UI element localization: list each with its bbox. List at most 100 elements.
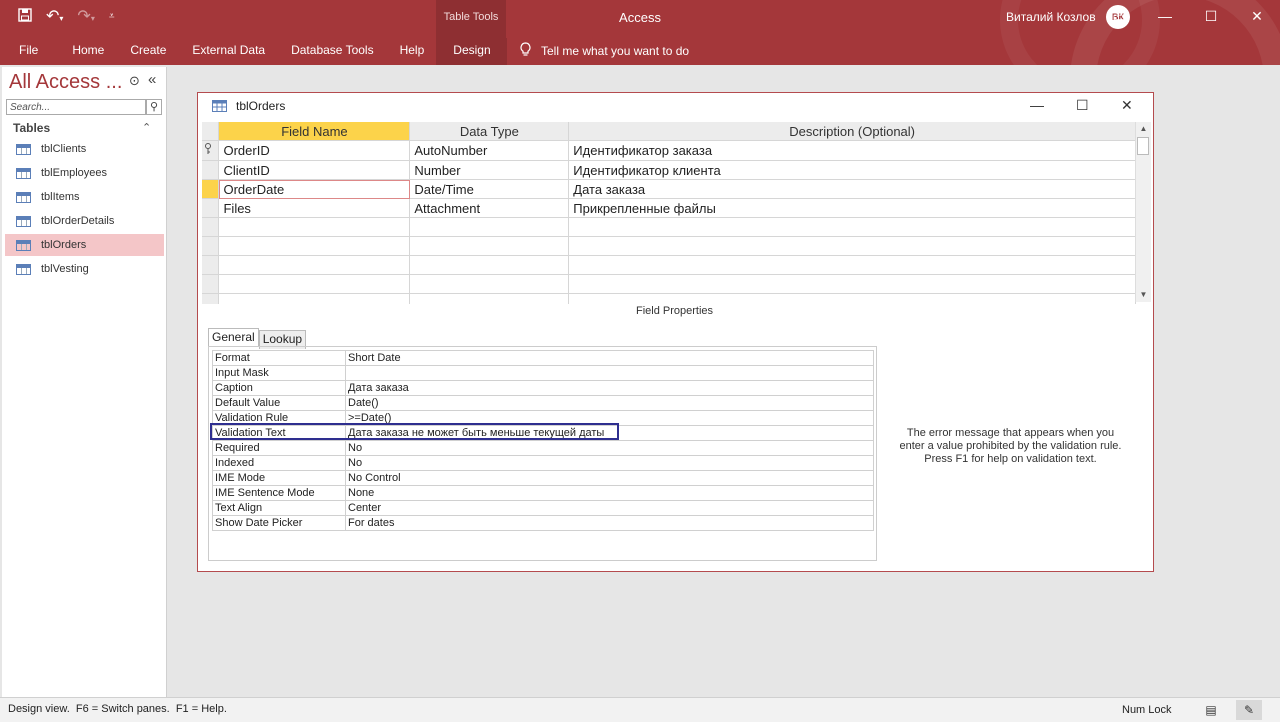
minimize-icon[interactable]: — [1142, 0, 1188, 32]
property-name[interactable]: IME Mode [212, 470, 346, 486]
tab-create[interactable]: Create [117, 38, 179, 65]
row-selector[interactable] [202, 198, 220, 218]
scroll-up-icon[interactable]: ▲ [1136, 122, 1151, 136]
row-selector[interactable] [202, 293, 220, 304]
description-cell[interactable] [568, 293, 1136, 304]
field-name-cell[interactable]: ClientID [218, 160, 411, 180]
data-type-cell[interactable]: Number [409, 160, 570, 180]
scroll-thumb[interactable] [1137, 137, 1149, 155]
row-selector[interactable] [202, 274, 220, 294]
column-header-data-type[interactable]: Data Type [409, 122, 570, 141]
property-name[interactable]: Required [212, 440, 346, 456]
data-type-cell[interactable] [409, 236, 570, 256]
tab-help[interactable]: Help [387, 38, 438, 65]
property-value[interactable]: Дата заказа [345, 380, 874, 396]
property-name[interactable]: Input Mask [212, 365, 346, 381]
undo-icon[interactable]: ↶▾ [46, 6, 63, 26]
tell-me-box[interactable]: Tell me what you want to do [520, 42, 689, 60]
design-view-icon[interactable]: ✎ [1236, 700, 1262, 720]
row-selector[interactable] [202, 255, 220, 275]
property-value[interactable]: None [345, 485, 874, 501]
validation-text-field[interactable]: Дата заказа не может быть меньше текущей… [345, 425, 874, 441]
field-name-cell[interactable]: OrderDate [218, 179, 411, 199]
nav-item-tblemployees[interactable]: tblEmployees [5, 162, 164, 184]
collapse-group-icon[interactable]: ⌃ [142, 121, 151, 134]
property-value[interactable]: No Control [345, 470, 874, 486]
field-name-cell[interactable] [218, 274, 411, 294]
ribbon-display-icon[interactable]: ▭ [1096, 0, 1142, 32]
data-type-cell[interactable]: AutoNumber [409, 140, 570, 161]
data-type-cell[interactable]: Date/Time [409, 179, 570, 199]
tab-external-data[interactable]: External Data [179, 38, 278, 65]
data-type-cell[interactable] [409, 217, 570, 237]
vertical-scrollbar[interactable]: ▲ ▼ [1135, 122, 1151, 302]
close-icon[interactable]: ✕ [1234, 0, 1280, 32]
data-type-cell[interactable] [409, 293, 570, 304]
description-cell[interactable]: Дата заказа [568, 179, 1136, 199]
nav-item-tblitems[interactable]: tblItems [5, 186, 164, 208]
row-selector[interactable] [202, 217, 220, 237]
property-value[interactable]: No [345, 455, 874, 471]
property-name[interactable]: Validation Rule [212, 410, 346, 426]
redo-icon[interactable]: ↷▾ [77, 6, 94, 26]
column-header-description[interactable]: Description (Optional) [568, 122, 1136, 141]
user-name[interactable]: Виталий Козлов [1006, 10, 1096, 24]
primary-key-icon[interactable] [202, 140, 220, 161]
property-name[interactable]: Default Value [212, 395, 346, 411]
doc-maximize-icon[interactable]: ☐ [1076, 97, 1089, 114]
nav-title[interactable]: All Access ... [9, 71, 122, 94]
nav-item-tblclients[interactable]: tblClients [5, 138, 164, 160]
property-value[interactable]: >=Date() [345, 410, 874, 426]
property-name[interactable]: IME Sentence Mode [212, 485, 346, 501]
data-type-cell[interactable] [409, 255, 570, 275]
description-cell[interactable] [568, 255, 1136, 275]
doc-close-icon[interactable]: ✕ [1121, 97, 1133, 114]
save-icon[interactable] [18, 7, 32, 25]
description-cell[interactable] [568, 274, 1136, 294]
datasheet-view-icon[interactable]: ▤ [1198, 700, 1224, 720]
tab-home[interactable]: Home [58, 38, 117, 65]
customize-qat-icon[interactable]: ⩡ [109, 11, 115, 22]
field-name-cell[interactable]: Files [218, 198, 411, 218]
row-selector[interactable] [202, 160, 220, 180]
field-name-cell[interactable] [218, 255, 411, 275]
field-name-cell[interactable] [218, 293, 411, 304]
nav-item-tblorders[interactable]: tblOrders [5, 234, 164, 256]
property-value[interactable]: No [345, 440, 874, 456]
description-cell[interactable]: Идентификатор клиента [568, 160, 1136, 180]
data-type-cell[interactable]: Attachment [409, 198, 570, 218]
description-cell[interactable]: Прикрепленные файлы [568, 198, 1136, 218]
row-selector[interactable] [202, 236, 220, 256]
tab-design[interactable]: Design [437, 38, 507, 65]
nav-item-tblorderdetails[interactable]: tblOrderDetails [5, 210, 164, 232]
row-selector[interactable] [202, 179, 220, 199]
property-name[interactable]: Validation Text [212, 425, 346, 441]
doc-minimize-icon[interactable]: — [1030, 97, 1044, 113]
property-value[interactable]: Short Date [345, 350, 874, 366]
tab-database-tools[interactable]: Database Tools [278, 38, 387, 65]
scroll-down-icon[interactable]: ▼ [1136, 288, 1151, 302]
description-cell[interactable] [568, 217, 1136, 237]
collapse-pane-icon[interactable]: « [148, 71, 156, 88]
search-input[interactable]: Search... [6, 99, 146, 115]
maximize-icon[interactable]: ☐ [1188, 0, 1234, 32]
field-name-cell[interactable] [218, 217, 411, 237]
field-name-cell[interactable]: OrderID [218, 140, 411, 161]
property-value[interactable]: Center [345, 500, 874, 516]
search-icon[interactable]: ⚲ [146, 99, 162, 115]
property-name[interactable]: Caption [212, 380, 346, 396]
property-name[interactable]: Format [212, 350, 346, 366]
property-value[interactable]: Date() [345, 395, 874, 411]
tab-general[interactable]: General [208, 328, 259, 347]
description-cell[interactable]: Идентификатор заказа [568, 140, 1136, 161]
description-cell[interactable] [568, 236, 1136, 256]
field-name-cell[interactable] [218, 236, 411, 256]
property-value[interactable] [345, 365, 874, 381]
property-name[interactable]: Indexed [212, 455, 346, 471]
nav-item-tblvesting[interactable]: tblVesting [5, 258, 164, 280]
property-name[interactable]: Show Date Picker [212, 515, 346, 531]
nav-menu-icon[interactable]: ⊙ [129, 73, 140, 89]
tab-file[interactable]: File [0, 38, 58, 65]
property-name[interactable]: Text Align [212, 500, 346, 516]
data-type-cell[interactable] [409, 274, 570, 294]
